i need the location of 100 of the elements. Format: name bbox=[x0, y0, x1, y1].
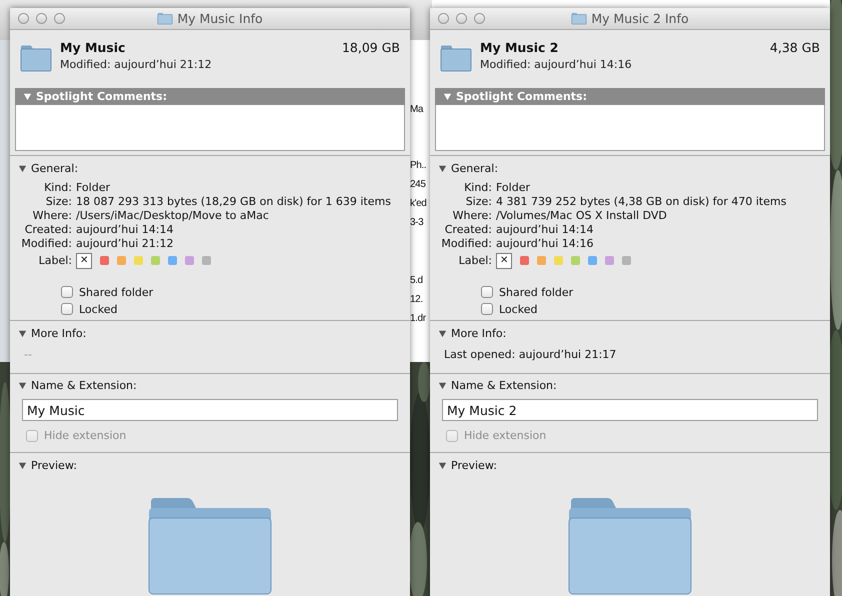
disclosure-triangle-icon bbox=[443, 92, 452, 102]
field-label: Modified: bbox=[20, 237, 72, 252]
disclosure-triangle-icon bbox=[23, 92, 32, 102]
folder-icon bbox=[567, 496, 693, 596]
modified-date: Modified: aujourd’hui 14:16 bbox=[480, 58, 633, 71]
window-title: My Music Info bbox=[177, 11, 263, 26]
checkbox-label: Locked bbox=[499, 302, 538, 316]
file-name[interactable]: 245 bbox=[410, 179, 426, 190]
more-info-text: -- bbox=[23, 346, 33, 363]
more-info-text: Last opened: aujourd’hui 21:17 bbox=[443, 346, 618, 363]
checkbox[interactable] bbox=[481, 286, 493, 298]
field-label: Size: bbox=[44, 194, 72, 210]
section-header[interactable]: Preview: bbox=[430, 457, 505, 474]
name-field[interactable]: My Music bbox=[22, 399, 398, 422]
name-field[interactable]: My Music 2 bbox=[442, 399, 818, 422]
window-control-button[interactable] bbox=[438, 12, 449, 24]
label-color-swatch[interactable] bbox=[520, 256, 529, 266]
field-label: Kind: bbox=[43, 180, 72, 195]
checkbox[interactable] bbox=[481, 303, 493, 316]
label-color-swatch[interactable] bbox=[571, 256, 580, 266]
no-label-button[interactable]: ✕ bbox=[76, 252, 92, 269]
section-header[interactable]: More Info: bbox=[10, 324, 94, 342]
checkbox-label: Hide extension bbox=[464, 429, 546, 442]
field-label: Where: bbox=[32, 209, 72, 224]
field-label: Kind: bbox=[463, 180, 492, 195]
label-color-swatch[interactable] bbox=[185, 256, 194, 266]
section-header[interactable]: General: bbox=[10, 160, 86, 177]
label-color-swatch[interactable] bbox=[134, 256, 143, 266]
folder-icon bbox=[440, 44, 472, 72]
field-value: aujourd’hui 21:12 bbox=[76, 237, 174, 252]
label-color-swatch[interactable] bbox=[168, 256, 177, 266]
field-label: Label: bbox=[38, 254, 72, 269]
field-value: 4 381 739 252 bytes (4,38 GB on disk) for 470 items bbox=[496, 194, 788, 210]
checkbox[interactable] bbox=[61, 303, 73, 316]
field-value: /Volumes/Mac OS X Install DVD bbox=[496, 209, 668, 224]
disclosure-triangle-icon bbox=[18, 461, 27, 470]
folder-icon bbox=[571, 12, 588, 25]
section-header[interactable]: Name & Extension: bbox=[10, 378, 145, 394]
window-control-button[interactable] bbox=[474, 12, 485, 24]
field-value: aujourd’hui 14:14 bbox=[76, 223, 174, 238]
field-label: Created: bbox=[24, 223, 72, 238]
item-size: 18,09 GB bbox=[342, 40, 400, 55]
disclosure-triangle-icon bbox=[438, 381, 447, 390]
item-size: 4,38 GB bbox=[770, 40, 820, 55]
field-value: Folder bbox=[496, 180, 531, 195]
field-label: Created: bbox=[444, 223, 492, 238]
label-color-swatch[interactable] bbox=[117, 256, 126, 266]
label-color-swatch[interactable] bbox=[100, 256, 109, 266]
field-label: Where: bbox=[452, 209, 492, 224]
file-name[interactable]: k'ed bbox=[410, 198, 426, 209]
comments-field[interactable] bbox=[15, 105, 405, 151]
no-label-button[interactable]: ✕ bbox=[496, 252, 512, 269]
item-name: My Music bbox=[60, 40, 126, 55]
file-name[interactable]: 1.dr bbox=[410, 313, 426, 324]
field-label: Label: bbox=[458, 254, 492, 269]
disclosure-triangle-icon bbox=[438, 164, 447, 173]
checkbox[interactable] bbox=[61, 286, 73, 298]
checkbox-label: Locked bbox=[79, 302, 118, 316]
label-color-swatch[interactable] bbox=[202, 256, 211, 266]
field-label: Size: bbox=[464, 194, 492, 210]
window-control-button[interactable] bbox=[456, 12, 467, 24]
checkbox-label: Hide extension bbox=[44, 429, 126, 442]
checkbox-label: Shared folder bbox=[79, 286, 154, 299]
field-value: aujourd’hui 14:14 bbox=[496, 223, 594, 238]
section-header[interactable]: General: bbox=[430, 160, 506, 177]
field-label: Modified: bbox=[440, 237, 492, 252]
label-color-swatch[interactable] bbox=[554, 256, 563, 266]
label-color-swatch[interactable] bbox=[622, 256, 631, 266]
section-header[interactable]: Preview: bbox=[10, 457, 85, 474]
item-name: My Music 2 bbox=[480, 40, 558, 55]
section-header[interactable]: More Info: bbox=[430, 324, 514, 342]
window-control-button[interactable] bbox=[36, 12, 47, 24]
label-color-swatch[interactable] bbox=[588, 256, 597, 266]
window-control-button[interactable] bbox=[18, 12, 29, 24]
file-name[interactable]: 5.d bbox=[410, 275, 423, 286]
folder-icon bbox=[20, 44, 52, 72]
field-value: aujourd’hui 14:16 bbox=[496, 237, 594, 252]
field-value: 18 087 293 313 bytes (18,29 GB on disk) for 1 639 items bbox=[76, 194, 392, 210]
label-color-swatch[interactable] bbox=[605, 256, 614, 266]
label-color-swatch[interactable] bbox=[151, 256, 160, 266]
folder-icon bbox=[157, 12, 174, 25]
field-value: /Users/iMac/Desktop/Move to aMac bbox=[76, 209, 270, 224]
comments-field[interactable] bbox=[435, 105, 825, 151]
disclosure-triangle-icon bbox=[438, 461, 447, 470]
folder-icon bbox=[147, 496, 273, 596]
modified-date: Modified: aujourd’hui 21:12 bbox=[60, 58, 213, 71]
label-color-swatch[interactable] bbox=[537, 256, 546, 266]
disclosure-triangle-icon bbox=[18, 328, 27, 338]
file-name[interactable]: 3-3 bbox=[410, 217, 424, 228]
disclosure-triangle-icon bbox=[438, 328, 447, 338]
file-name[interactable]: Ph.. bbox=[410, 160, 426, 171]
disclosure-triangle-icon bbox=[18, 381, 27, 390]
section-header[interactable]: Name & Extension: bbox=[430, 378, 565, 394]
window-control-button[interactable] bbox=[54, 12, 65, 24]
checkbox-label: Shared folder bbox=[499, 286, 574, 299]
file-name[interactable]: Ma bbox=[410, 104, 424, 115]
disclosure-triangle-icon bbox=[18, 164, 27, 173]
field-value: Folder bbox=[76, 180, 111, 195]
file-name[interactable]: 12. bbox=[410, 294, 423, 305]
window-title: My Music 2 Info bbox=[591, 11, 689, 26]
